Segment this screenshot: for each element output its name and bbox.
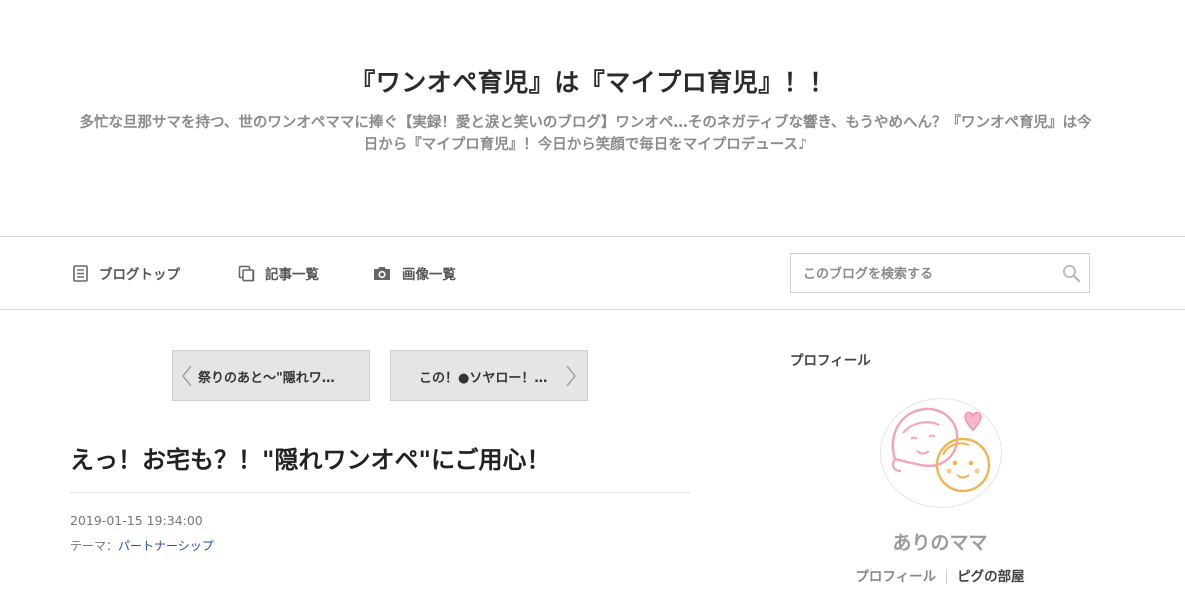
previous-article-button[interactable]: 祭りのあと〜"隠れワ…: [172, 350, 370, 401]
blog-description-line-2: 日から『マイプロ育児』！今日から笑顔で毎日をマイプロデュース♪: [363, 137, 808, 153]
article-theme-label: テーマ：: [70, 539, 119, 553]
copy-icon: [238, 265, 255, 281]
nav-blog-top-label: ブログトップ: [99, 267, 180, 283]
link-separator: [946, 570, 948, 584]
chevron-right-icon: [566, 365, 576, 387]
nav-image-list-label: 画像一覧: [402, 267, 456, 283]
search-icon: [1062, 264, 1081, 283]
profile-name[interactable]: ありのママ: [830, 528, 1050, 555]
document-icon: [73, 264, 88, 282]
previous-article-label: 祭りのあと〜"隠れワ…: [198, 371, 335, 386]
search-button[interactable]: [1062, 264, 1081, 287]
blog-title[interactable]: 『ワンオペ育児』は『マイプロ育児』！！: [0, 66, 1185, 100]
profile-avatar[interactable]: [880, 398, 1002, 508]
article-title: えっ！お宅も？！"隠れワンオペ"にご用心！: [70, 446, 551, 474]
nav-image-list[interactable]: 画像一覧: [372, 263, 456, 283]
camera-icon: [374, 266, 390, 280]
article-theme: テーマ：パートナーシップ: [70, 537, 214, 554]
blog-search-input[interactable]: [801, 263, 1055, 285]
pigg-room-link[interactable]: ピグの部屋: [957, 569, 1025, 585]
article-divider: [70, 492, 690, 493]
chevron-left-icon: [182, 365, 192, 387]
blog-search-box: [790, 253, 1090, 293]
profile-link[interactable]: プロフィール: [855, 569, 936, 585]
article-date: 2019-01-15 19:34:00: [70, 513, 203, 528]
nav-blog-top[interactable]: ブログトップ: [72, 263, 180, 283]
blog-description: 多忙な旦那サマを持つ、世のワンオペママに捧ぐ【実録！愛と涙と笑いのブログ】ワンオ…: [18, 112, 1153, 156]
article-theme-link[interactable]: パートナーシップ: [118, 539, 214, 553]
blog-description-line-1: 多忙な旦那サマを持つ、世のワンオペママに捧ぐ【実録！愛と涙と笑いのブログ】ワンオ…: [79, 115, 1092, 131]
avatar-illustration: [891, 407, 991, 493]
profile-links: プロフィール ピグの部屋: [830, 565, 1050, 585]
sidebar-profile-heading: プロフィール: [790, 353, 871, 369]
nav-article-list[interactable]: 記事一覧: [238, 263, 319, 283]
next-article-label: この！●ソヤロー！…: [419, 371, 548, 386]
blog-nav-bar: ブログトップ 記事一覧 画像一覧: [0, 236, 1185, 310]
nav-article-list-label: 記事一覧: [265, 267, 319, 283]
next-article-button[interactable]: この！●ソヤロー！…: [390, 350, 588, 401]
